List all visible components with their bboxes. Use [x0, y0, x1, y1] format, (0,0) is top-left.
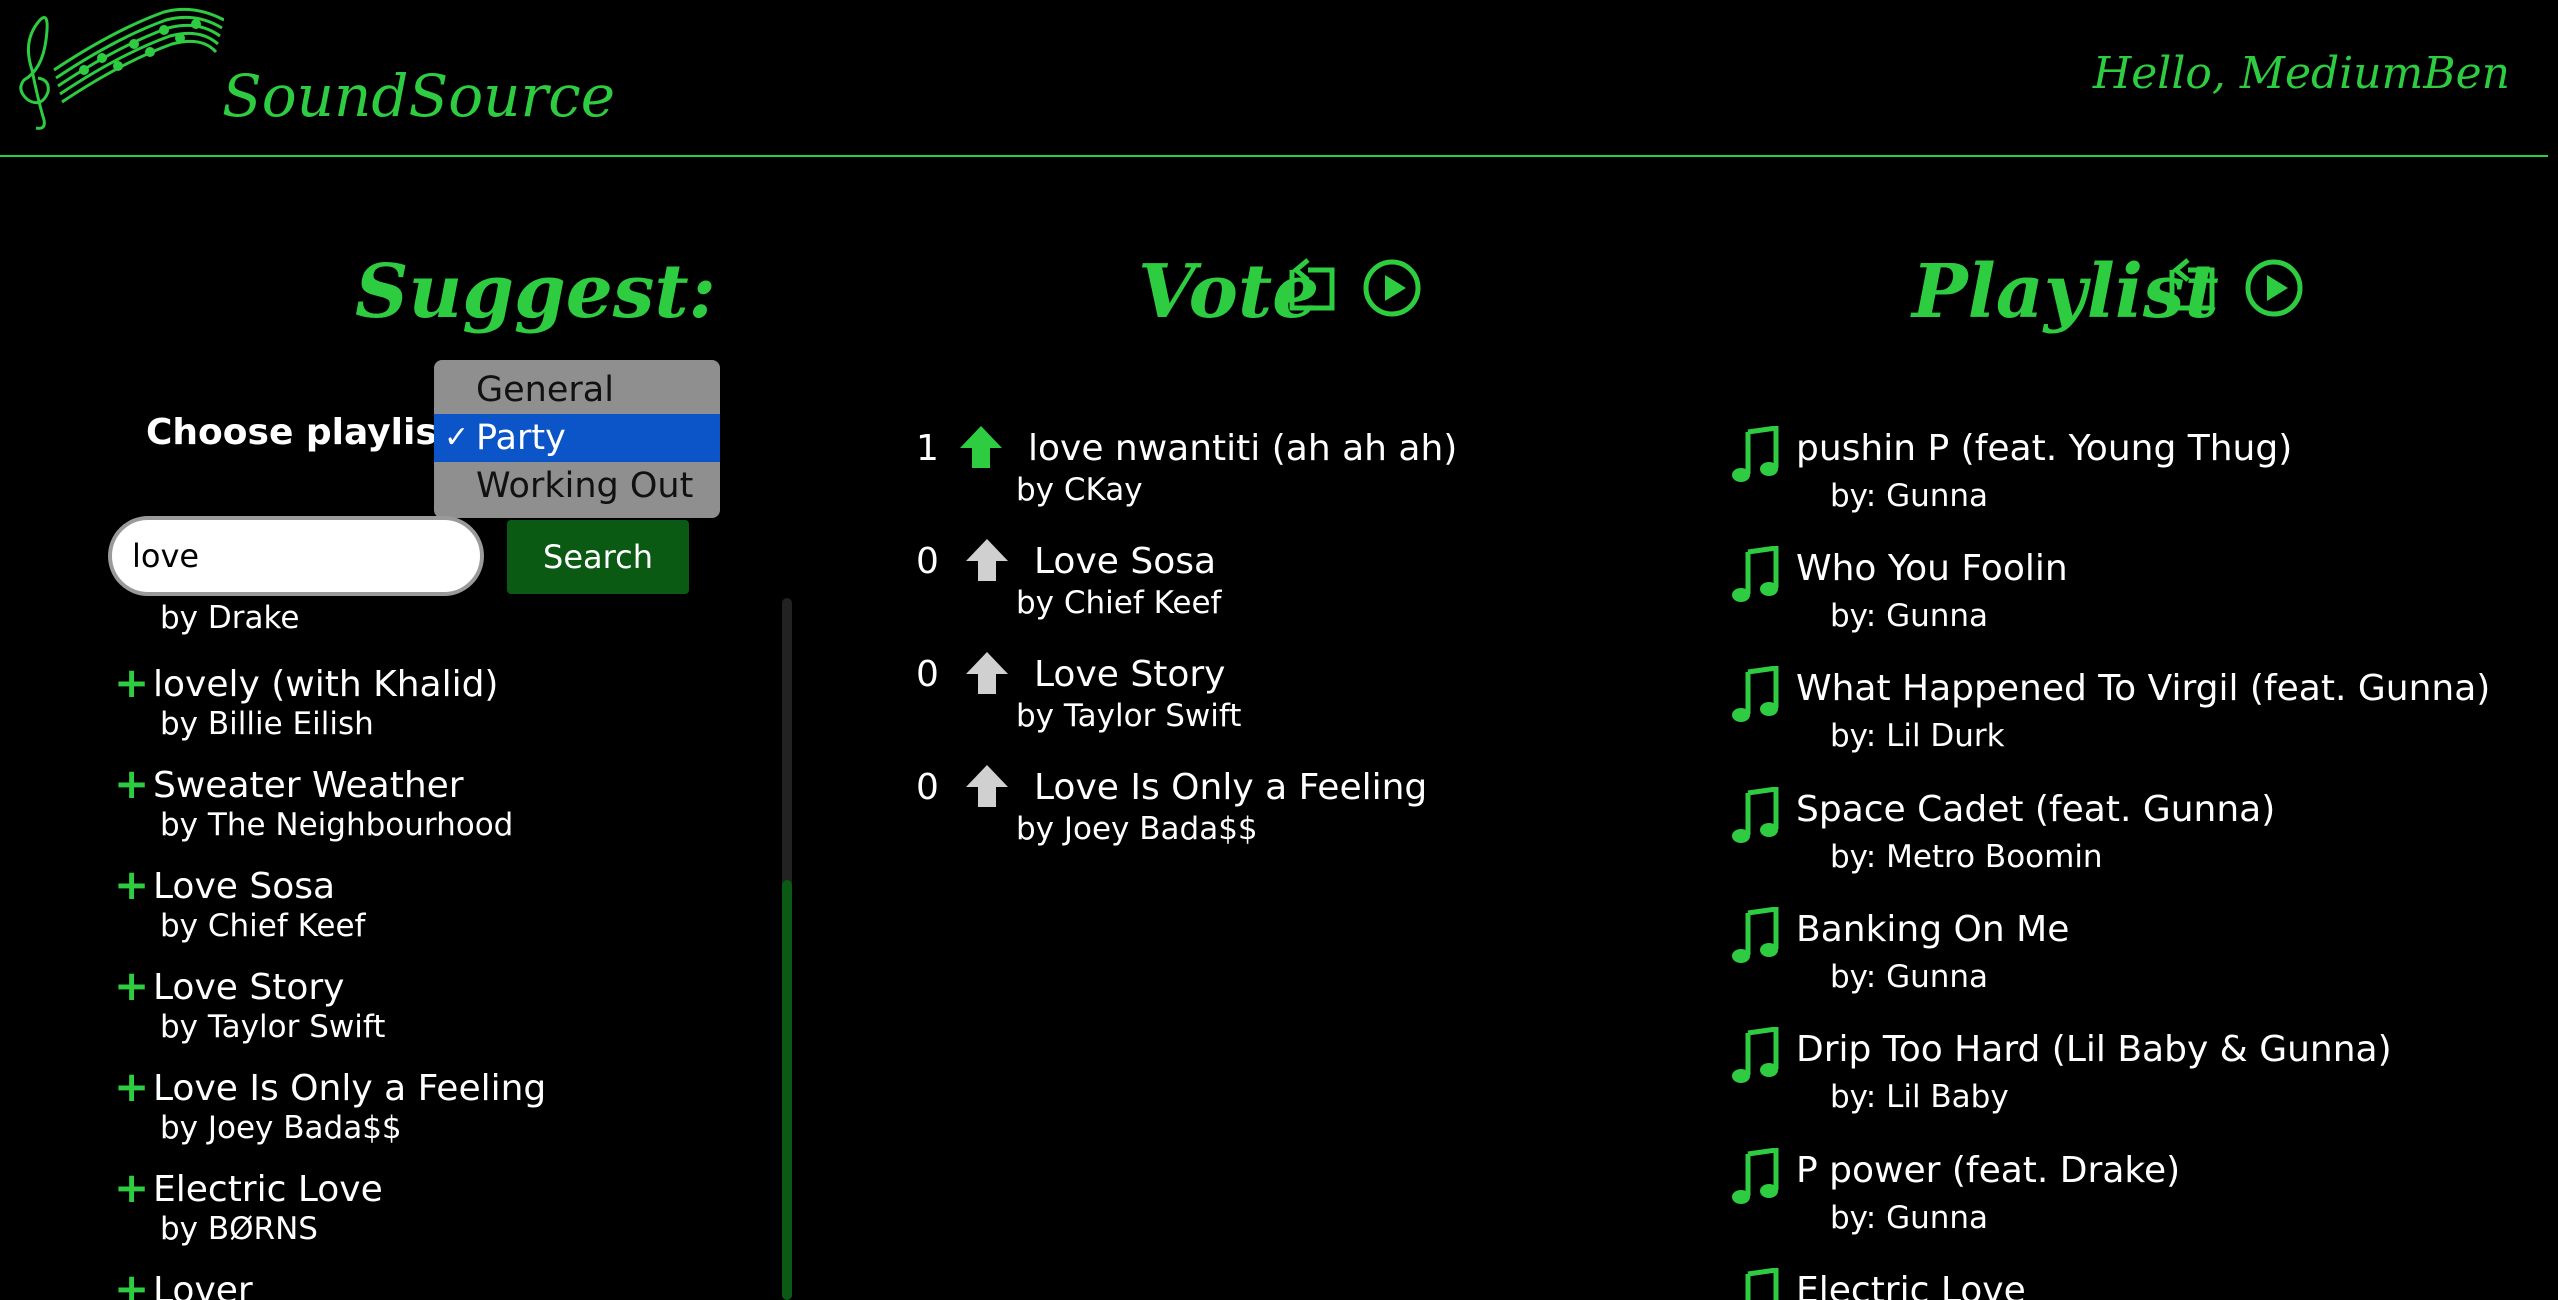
playlist-song-artist: by: Gunna	[1830, 959, 1989, 995]
song-search-input[interactable]	[108, 516, 484, 596]
user-greeting: Hello, MediumBen	[2092, 48, 2510, 99]
music-note-icon	[1732, 1027, 1779, 1083]
results-scroll-thumb[interactable]	[782, 880, 792, 1300]
vote-song-title: Love Story	[1034, 654, 1226, 695]
music-staff-logo-icon	[19, 7, 224, 130]
result-title: lovely (with Khalid)	[153, 664, 499, 705]
music-note-icon	[1732, 666, 1779, 722]
checkmark-icon: ✓	[444, 420, 470, 455]
vote-song-artist: by Chief Keef	[1016, 585, 1222, 621]
music-note-icon	[1745, 1268, 1779, 1300]
playlist-song-artist: by: Metro Boomin	[1830, 839, 2103, 875]
vote-song-artist: by Joey Bada$$	[1016, 811, 1258, 847]
vote-song-title: Love Is Only a Feeling	[1034, 767, 1428, 808]
result-artist: by Chief Keef	[160, 908, 366, 944]
play-circle-icon[interactable]	[1362, 258, 1422, 318]
add-song-icon[interactable]: +	[114, 961, 149, 1010]
playlist-song-title: What Happened To Virgil (feat. Gunna)	[1796, 668, 2491, 709]
top-header: SoundSource Hello, MediumBen	[0, 0, 2548, 157]
playlist-song-artist: by: Gunna	[1830, 598, 1989, 634]
playlist-song-artist: by: Lil Durk	[1830, 718, 2005, 754]
vote-count: 0	[916, 767, 939, 808]
add-song-icon[interactable]: +	[114, 1062, 149, 1111]
playlist-song-title: Banking On Me	[1796, 909, 2070, 950]
playlist-song-title: Who You Foolin	[1796, 548, 2068, 589]
play-circle-icon[interactable]	[2244, 258, 2304, 318]
result-artist: by BØRNS	[160, 1211, 318, 1247]
vote-song-title: love nwantiti (ah ah ah)	[1028, 428, 1458, 469]
playlist-option-party[interactable]: ✓ Party	[434, 414, 720, 462]
result-artist: by Drake	[160, 600, 300, 636]
vote-song-title: Love Sosa	[1034, 541, 1217, 582]
playlist-song-title: P power (feat. Drake)	[1796, 1150, 2181, 1191]
add-song-icon[interactable]: +	[114, 860, 149, 909]
refresh-icon[interactable]	[1282, 258, 1342, 318]
music-note-icon	[1732, 787, 1779, 843]
playlist-option-label: General	[476, 370, 614, 410]
add-song-icon[interactable]: +	[114, 759, 149, 808]
brand-title: SoundSource	[222, 62, 616, 130]
choose-playlist-label: Choose playlist:	[146, 412, 469, 453]
playlist-song-title: Electric Love	[1796, 1270, 2026, 1300]
app-window: SoundSource Hello, MediumBen Suggest: Ch…	[0, 0, 2558, 1300]
playlist-song-title: Drip Too Hard (Lil Baby & Gunna)	[1796, 1029, 2392, 1070]
vote-song-artist: by CKay	[1016, 472, 1143, 508]
music-note-icon	[1732, 426, 1779, 482]
music-note-icon	[1732, 1148, 1779, 1204]
result-artist: by Billie Eilish	[160, 706, 374, 742]
playlist-song-title: pushin P (feat. Young Thug)	[1796, 428, 2293, 469]
suggest-heading: Suggest:	[355, 249, 716, 335]
result-artist: by Taylor Swift	[160, 1009, 386, 1045]
upvote-arrow-icon[interactable]	[964, 763, 1010, 809]
upvote-arrow-icon[interactable]	[958, 424, 1004, 470]
search-button[interactable]: Search	[507, 520, 689, 594]
vote-count: 0	[916, 654, 939, 695]
music-note-icon	[1732, 546, 1779, 602]
vote-song-artist: by Taylor Swift	[1016, 698, 1242, 734]
search-results-list[interactable]: by Drake + lovely (with Khalid) by Billi…	[108, 600, 788, 1300]
refresh-icon[interactable]	[2162, 258, 2222, 318]
result-artist: by Joey Bada$$	[160, 1110, 402, 1146]
playlist-song-artist: by: Lil Baby	[1830, 1079, 2009, 1115]
playlist-dropdown-menu[interactable]: General ✓ Party Working Out	[434, 360, 720, 518]
vote-count: 1	[916, 428, 939, 469]
result-title: Electric Love	[153, 1169, 383, 1210]
result-title: Sweater Weather	[153, 765, 464, 806]
result-title: Love Sosa	[153, 866, 336, 907]
playlist-option-general[interactable]: General	[434, 366, 720, 414]
upvote-arrow-icon[interactable]	[964, 650, 1010, 696]
add-song-icon[interactable]: +	[114, 1163, 149, 1212]
playlist-option-label: Party	[476, 418, 566, 458]
playlist-song-artist: by: Gunna	[1830, 478, 1989, 514]
playlist-option-working-out[interactable]: Working Out	[434, 462, 720, 510]
playlist-song-title: Space Cadet (feat. Gunna)	[1796, 789, 2276, 830]
result-title: Love Story	[153, 967, 345, 1008]
upvote-arrow-icon[interactable]	[964, 537, 1010, 583]
playlist-option-label: Working Out	[476, 466, 694, 506]
result-title: Love Is Only a Feeling	[153, 1068, 547, 1109]
vote-count: 0	[916, 541, 939, 582]
result-title: Lover	[153, 1270, 253, 1300]
add-song-icon[interactable]: +	[114, 658, 149, 707]
music-note-icon	[1732, 907, 1779, 963]
playlist-song-artist: by: Gunna	[1830, 1200, 1989, 1236]
add-song-icon[interactable]: +	[114, 1264, 149, 1300]
result-artist: by The Neighbourhood	[160, 807, 514, 843]
